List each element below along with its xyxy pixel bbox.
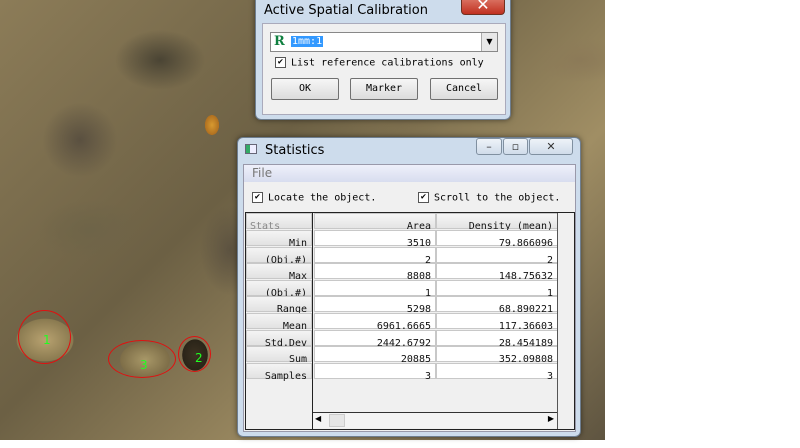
table-header: Stats Area Density (mean) <box>246 213 558 232</box>
calibration-value: 1mm:1 <box>291 36 324 47</box>
table-row: (Obj.#) 1 1 <box>246 279 558 299</box>
object-label-3: 3 <box>140 358 148 372</box>
reference-badge-icon: R <box>274 34 285 49</box>
table-row: Max 8808 148.75632 <box>246 263 558 282</box>
ok-button[interactable]: OK <box>271 78 339 100</box>
table-row: Mean 6961.6665 117.36603 <box>246 313 558 332</box>
app-icon <box>245 144 257 154</box>
checkbox-icon: ✔ <box>418 192 429 203</box>
statistics-table: Stats Area Density (mean) Min 3510 79.8660… <box>245 212 575 430</box>
reference-only-checkbox[interactable]: ✔ List reference calibrations only <box>275 57 484 69</box>
table-row: Sum 20885 352.09808 <box>246 346 558 365</box>
table-row: Range 5298 68.890221 <box>246 296 558 315</box>
scroll-right-icon[interactable]: ▶ <box>548 414 554 423</box>
row-label: Samples <box>264 370 307 382</box>
menu-bar: File <box>244 165 575 182</box>
object-label-2: 2 <box>195 351 203 365</box>
table-row: (Obj.#) 2 2 <box>246 246 558 266</box>
table-row: Std.Dev 2442.6792 28.454189 <box>246 329 558 349</box>
scroll-left-icon[interactable]: ◀ <box>315 414 321 423</box>
table-row: Min 3510 79.866096 <box>246 230 558 249</box>
minimize-button[interactable]: – <box>476 138 502 155</box>
area-value: 3 <box>424 370 431 382</box>
calibration-dialog: Active Spatial Calibration ✕ R 1mm:1 ▼ ✔… <box>255 0 511 120</box>
marker-button[interactable]: Marker <box>350 78 418 100</box>
maximize-button[interactable]: ▫ <box>503 138 528 155</box>
object-label-1: 1 <box>43 333 51 347</box>
menu-file[interactable]: File <box>252 166 272 180</box>
table-row: Samples 3 3 <box>246 362 558 382</box>
scroll-thumb[interactable] <box>329 414 345 427</box>
density-value: 3 <box>546 370 553 382</box>
calibration-select[interactable]: R 1mm:1 ▼ <box>270 32 498 52</box>
cancel-button[interactable]: Cancel <box>430 78 498 100</box>
locate-object-checkbox[interactable]: ✔ Locate the object. <box>252 192 376 204</box>
chevron-down-icon[interactable]: ▼ <box>481 33 497 51</box>
close-button[interactable]: ✕ <box>461 0 505 15</box>
dialog-title: Active Spatial Calibration <box>264 3 428 18</box>
window-title: Statistics <box>265 143 325 158</box>
scroll-object-checkbox[interactable]: ✔ Scroll to the object. <box>418 192 560 204</box>
checkbox-icon: ✔ <box>275 57 286 68</box>
horizontal-scrollbar[interactable]: ◀ ▶ <box>313 412 557 428</box>
close-button[interactable]: ✕ <box>529 138 573 155</box>
checkbox-icon: ✔ <box>252 192 263 203</box>
